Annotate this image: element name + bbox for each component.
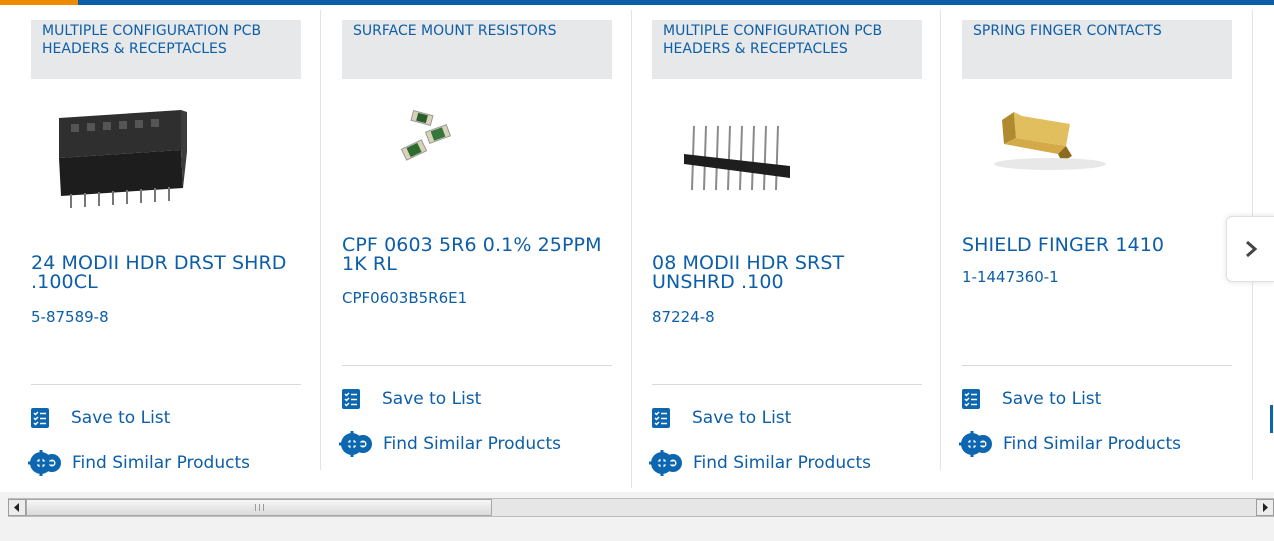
find-similar-button[interactable]: Find Similar Products <box>649 449 871 477</box>
product-card[interactable]: MULTIPLE CONFIGURATION PCB HEADERS & REC… <box>28 10 301 480</box>
arrow-left-icon <box>14 503 19 512</box>
part-number[interactable]: 1-1447360-1 <box>962 268 1059 286</box>
accent-bar-highlight <box>0 0 78 5</box>
save-to-list-label: Save to List <box>71 408 171 428</box>
checklist-icon <box>962 389 980 409</box>
carousel-next-button[interactable] <box>1226 216 1274 282</box>
product-image[interactable] <box>652 90 922 220</box>
card-divider <box>31 384 301 385</box>
find-similar-button[interactable]: Find Similar Products <box>959 430 1181 458</box>
gears-icon <box>959 431 992 457</box>
save-to-list-button[interactable]: Save to List <box>342 385 481 413</box>
part-number[interactable]: CPF0603B5R6E1 <box>342 289 467 307</box>
part-number[interactable]: 5-87589-8 <box>31 308 109 326</box>
checklist-icon <box>342 389 360 409</box>
card-divider <box>652 384 922 385</box>
product-card[interactable]: SPRING FINGER CONTACTS SHIELD FINGER 141… <box>959 10 1232 480</box>
accent-bar <box>0 0 1274 5</box>
card-separator <box>940 10 941 470</box>
product-card[interactable]: MULTIPLE CONFIGURATION PCB HEADERS & REC… <box>649 10 922 480</box>
product-image[interactable] <box>31 90 301 220</box>
product-carousel: MULTIPLE CONFIGURATION PCB HEADERS & REC… <box>0 0 1274 492</box>
product-title[interactable]: CPF 0603 5R6 0.1% 25PPM 1K RL <box>342 236 620 274</box>
product-title[interactable]: 24 MODII HDR DRST SHRD .100CL <box>31 254 309 292</box>
product-category[interactable]: SURFACE MOUNT RESISTORS <box>342 20 612 79</box>
product-image[interactable] <box>962 90 1232 220</box>
product-card[interactable]: SURFACE MOUNT RESISTORS CPF 0603 5R6 0.1… <box>339 10 612 480</box>
save-to-list-button[interactable]: Save to List <box>962 385 1101 413</box>
find-similar-label: Find Similar Products <box>693 453 871 473</box>
checklist-icon <box>652 408 670 428</box>
horizontal-scrollbar[interactable] <box>8 498 1274 517</box>
save-to-list-label: Save to List <box>692 408 792 428</box>
gears-icon <box>339 431 372 457</box>
product-title[interactable]: SHIELD FINGER 1410 <box>962 236 1240 255</box>
find-similar-label: Find Similar Products <box>383 434 561 454</box>
product-title[interactable]: 08 MODII HDR SRST UNSHRD .100 <box>652 254 930 292</box>
gears-icon <box>649 450 682 476</box>
part-number[interactable]: 87224-8 <box>652 308 715 326</box>
product-category[interactable]: MULTIPLE CONFIGURATION PCB HEADERS & REC… <box>652 20 922 79</box>
card-separator <box>631 10 632 488</box>
gears-icon <box>28 450 61 476</box>
arrow-right-icon <box>1263 503 1268 512</box>
save-to-list-label: Save to List <box>382 389 482 409</box>
scrollbar-thumb[interactable] <box>26 499 492 516</box>
save-to-list-button[interactable]: Save to List <box>31 404 170 432</box>
card-divider <box>342 365 612 366</box>
save-to-list-label: Save to List <box>1002 389 1102 409</box>
find-similar-button[interactable]: Find Similar Products <box>28 449 250 477</box>
product-category[interactable]: SPRING FINGER CONTACTS <box>962 20 1232 79</box>
save-to-list-button[interactable]: Save to List <box>652 404 791 432</box>
card-divider <box>962 365 1232 366</box>
find-similar-button[interactable]: Find Similar Products <box>339 430 561 458</box>
product-category[interactable]: MULTIPLE CONFIGURATION PCB HEADERS & REC… <box>31 20 301 79</box>
product-image[interactable] <box>342 90 612 220</box>
scroll-left-button[interactable] <box>8 499 26 516</box>
chevron-right-icon <box>1246 240 1258 258</box>
checklist-icon <box>31 408 49 428</box>
find-similar-label: Find Similar Products <box>72 453 250 473</box>
find-similar-label: Find Similar Products <box>1003 434 1181 454</box>
next-card-sliver <box>1270 405 1273 433</box>
scroll-right-button[interactable] <box>1256 499 1274 516</box>
card-separator <box>320 10 321 470</box>
